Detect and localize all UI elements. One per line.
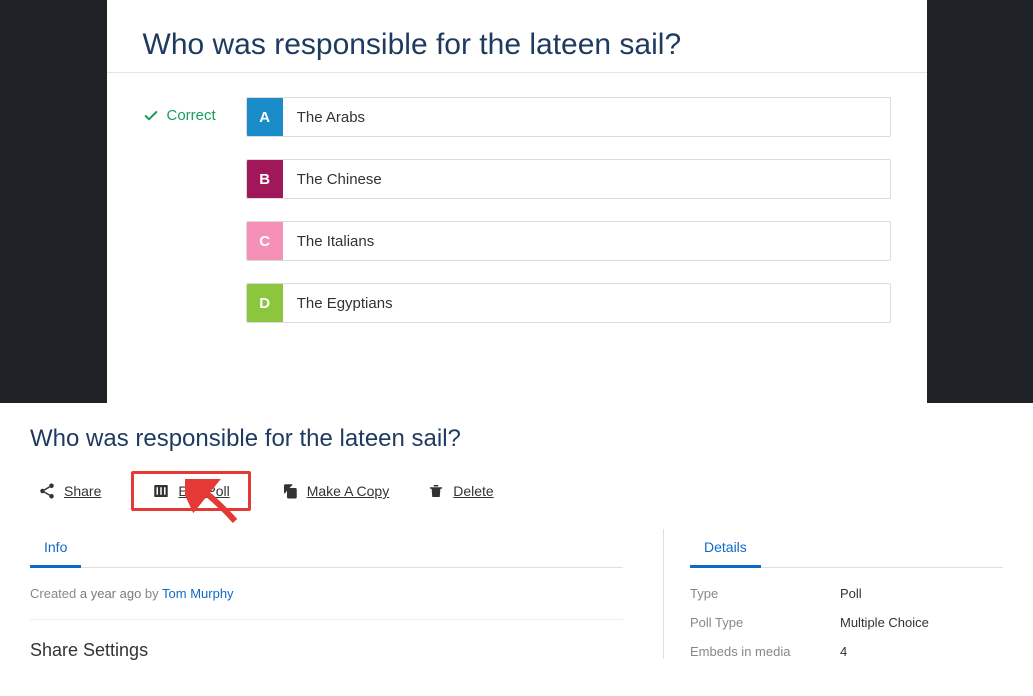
- page-title: Who was responsible for the lateen sail?: [30, 425, 1003, 453]
- poll-preview-backdrop: Who was responsible for the lateen sail?…: [0, 0, 1033, 403]
- answer-text: The Italians: [283, 222, 890, 260]
- details-grid: Type Poll Poll Type Multiple Choice Embe…: [690, 586, 1003, 659]
- answer-option-d[interactable]: D The Egyptians: [246, 283, 891, 323]
- author-link[interactable]: Tom Murphy: [162, 586, 234, 601]
- answer-letter: B: [247, 160, 283, 198]
- info-tab-bar: Info: [30, 529, 623, 568]
- check-icon: [143, 108, 159, 124]
- answer-text: The Egyptians: [283, 284, 890, 322]
- answer-option-b[interactable]: B The Chinese: [246, 159, 891, 199]
- actions-toolbar: Share Edit Poll Make A Copy Delete: [30, 471, 1003, 511]
- annotation-arrow-icon: [185, 479, 245, 529]
- created-time: a year ago: [80, 586, 141, 601]
- details-column: Details Type Poll Poll Type Multiple Cho…: [663, 529, 1003, 659]
- detail-label: Embeds in media: [690, 644, 840, 659]
- answer-text: The Arabs: [283, 98, 890, 136]
- poll-card: Who was responsible for the lateen sail?…: [107, 0, 927, 403]
- make-copy-label: Make A Copy: [307, 483, 390, 499]
- answer-option-a[interactable]: A The Arabs: [246, 97, 891, 137]
- detail-label: Type: [690, 586, 840, 601]
- content-columns: Info Created a year ago by Tom Murphy Sh…: [30, 529, 1003, 661]
- share-icon: [38, 482, 56, 500]
- answer-option-c[interactable]: C The Italians: [246, 221, 891, 261]
- share-settings-heading: Share Settings: [30, 640, 623, 661]
- poll-question-area: Who was responsible for the lateen sail?: [107, 0, 927, 73]
- created-line: Created a year ago by Tom Murphy: [30, 586, 623, 620]
- poll-icon: [152, 482, 170, 500]
- created-by-text: by: [141, 586, 162, 601]
- detail-value: 4: [840, 644, 1003, 659]
- delete-button[interactable]: Delete: [419, 476, 501, 506]
- share-label: Share: [64, 483, 101, 499]
- answers-list: A The Arabs B The Chinese C The Italians…: [246, 97, 891, 323]
- created-prefix: Created: [30, 586, 80, 601]
- correct-label: Correct: [167, 107, 216, 124]
- tab-info[interactable]: Info: [30, 529, 81, 568]
- correct-indicator: Correct: [143, 97, 216, 124]
- trash-icon: [427, 482, 445, 500]
- answer-letter: A: [247, 98, 283, 136]
- answer-text: The Chinese: [283, 160, 890, 198]
- detail-value: Multiple Choice: [840, 615, 1003, 630]
- info-column: Info Created a year ago by Tom Murphy Sh…: [30, 529, 663, 661]
- detail-label: Poll Type: [690, 615, 840, 630]
- delete-label: Delete: [453, 483, 493, 499]
- share-button[interactable]: Share: [30, 476, 109, 506]
- answers-wrap: Correct A The Arabs B The Chinese C The …: [107, 73, 927, 403]
- copy-icon: [281, 482, 299, 500]
- poll-question-title: Who was responsible for the lateen sail?: [143, 28, 891, 62]
- details-tab-bar: Details: [690, 529, 1003, 568]
- tab-details[interactable]: Details: [690, 529, 761, 568]
- make-copy-button[interactable]: Make A Copy: [273, 476, 398, 506]
- answer-letter: C: [247, 222, 283, 260]
- poll-management-panel: Who was responsible for the lateen sail?…: [0, 403, 1033, 671]
- detail-value: Poll: [840, 586, 1003, 601]
- answer-letter: D: [247, 284, 283, 322]
